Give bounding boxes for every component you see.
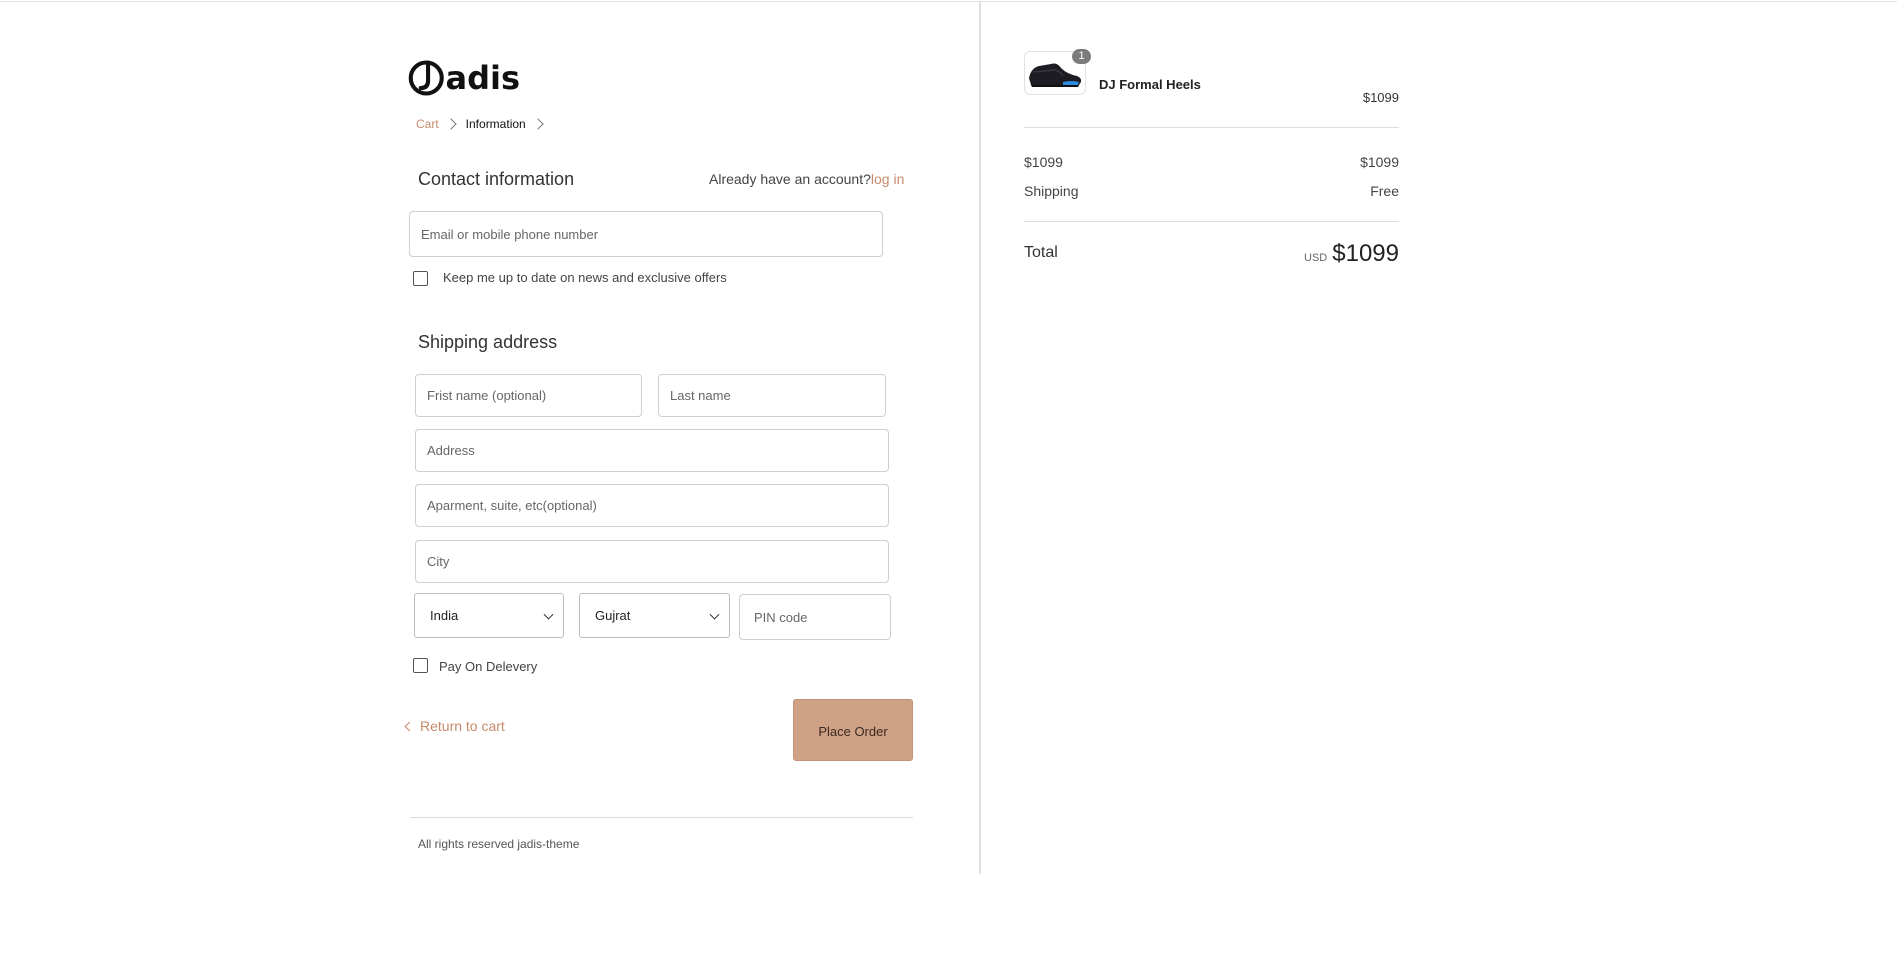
country-value: India bbox=[430, 608, 459, 623]
total-currency: USD bbox=[1304, 252, 1328, 264]
total-label: Total bbox=[1024, 244, 1058, 261]
shipping-heading: Shipping address bbox=[418, 332, 558, 352]
total-value: $1099 bbox=[1332, 240, 1399, 267]
place-order-label: Place Order bbox=[818, 723, 888, 739]
pay-on-delivery-label: Pay On Delevery bbox=[439, 659, 538, 674]
quantity-badge: 1 bbox=[1072, 49, 1091, 64]
breadcrumb-cart[interactable]: Cart bbox=[416, 117, 439, 131]
logo-text: adis bbox=[445, 59, 520, 97]
shipping-value: Free bbox=[1370, 183, 1399, 199]
summary-divider bbox=[1024, 221, 1399, 222]
chevron-left-icon bbox=[404, 721, 415, 732]
newsletter-label: Keep me up to date on news and exclusive… bbox=[443, 270, 727, 285]
top-border bbox=[0, 1, 1897, 2]
city-input[interactable] bbox=[415, 540, 889, 583]
account-prompt: Already have an account?log in bbox=[709, 171, 904, 187]
chevron-right-icon bbox=[532, 118, 544, 130]
pay-on-delivery-checkbox[interactable] bbox=[413, 658, 428, 673]
last-name-input[interactable] bbox=[658, 374, 886, 417]
login-link[interactable]: log in bbox=[871, 171, 904, 187]
contact-heading: Contact information bbox=[418, 169, 575, 189]
newsletter-checkbox[interactable] bbox=[413, 271, 428, 286]
email-input[interactable] bbox=[409, 211, 883, 257]
subtotal-value: $1099 bbox=[1360, 154, 1399, 170]
country-select[interactable]: India bbox=[414, 593, 564, 638]
summary-divider bbox=[1024, 127, 1399, 128]
product-price: $1099 bbox=[1362, 90, 1399, 105]
first-name-input[interactable] bbox=[415, 374, 642, 417]
account-prompt-text: Already have an account? bbox=[709, 171, 871, 187]
state-select[interactable]: Gujrat bbox=[579, 593, 730, 638]
total-amount: USD $1099 bbox=[1304, 240, 1399, 268]
chevron-down-icon bbox=[543, 609, 554, 620]
chevron-right-icon bbox=[445, 118, 457, 130]
state-value: Gujrat bbox=[595, 608, 631, 623]
logo-mark-icon bbox=[408, 60, 444, 96]
product-name: DJ Formal Heels bbox=[1099, 77, 1201, 92]
footer-divider bbox=[410, 817, 913, 818]
column-divider bbox=[979, 2, 981, 874]
chevron-down-icon bbox=[709, 609, 720, 620]
return-to-cart-link[interactable]: Return to cart bbox=[404, 718, 505, 734]
place-order-button[interactable]: Place Order bbox=[793, 699, 913, 761]
brand-logo[interactable]: adis bbox=[408, 56, 520, 100]
breadcrumb: Cart Information bbox=[416, 117, 545, 131]
subtotal-label: $1099 bbox=[1024, 154, 1063, 170]
apartment-input[interactable] bbox=[415, 484, 889, 527]
shipping-label: Shipping bbox=[1024, 183, 1079, 199]
footer-text: All rights reserved jadis-theme bbox=[418, 837, 580, 851]
pin-code-input[interactable] bbox=[739, 594, 891, 640]
breadcrumb-information: Information bbox=[465, 117, 526, 131]
address-input[interactable] bbox=[415, 429, 889, 472]
return-to-cart-label: Return to cart bbox=[420, 718, 505, 734]
